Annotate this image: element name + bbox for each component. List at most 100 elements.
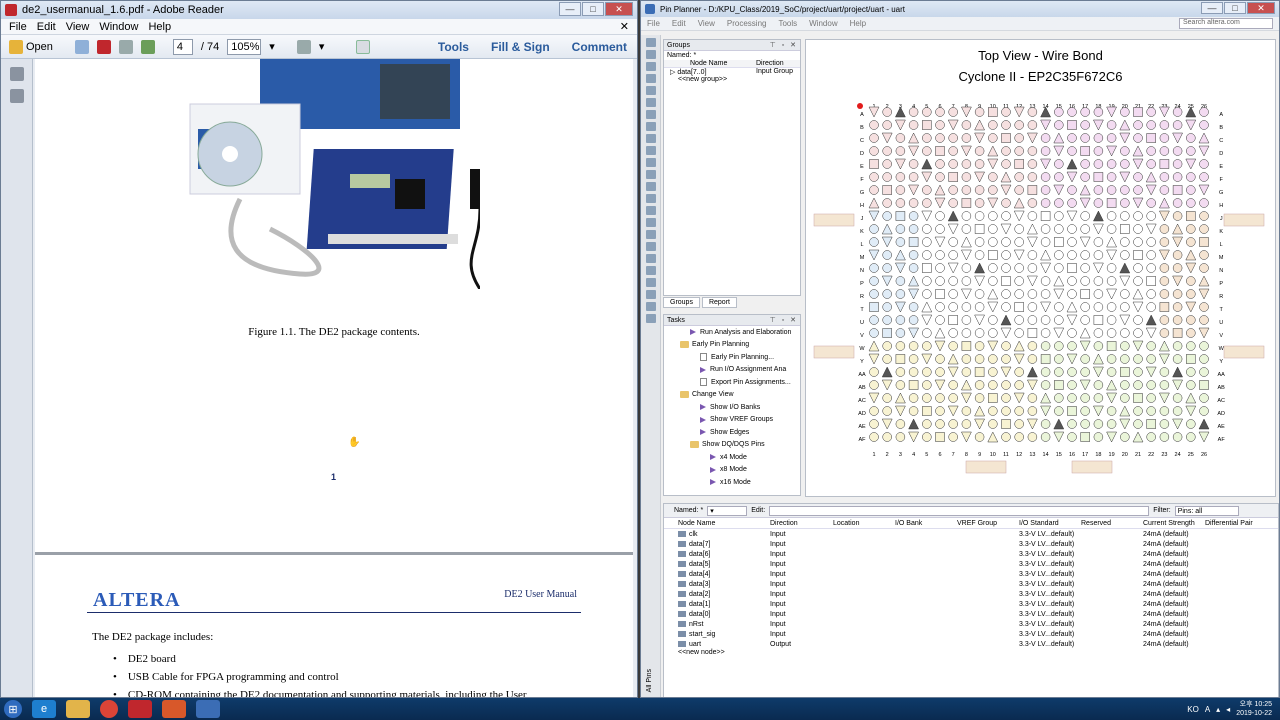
- pin[interactable]: [935, 367, 945, 377]
- more-icon[interactable]: ▾: [319, 40, 325, 53]
- pin[interactable]: [894, 301, 906, 313]
- pin[interactable]: [1001, 276, 1011, 286]
- pin[interactable]: [1199, 393, 1209, 403]
- pin[interactable]: [935, 393, 945, 403]
- pin[interactable]: [947, 119, 959, 131]
- pin[interactable]: [1106, 185, 1117, 195]
- pin[interactable]: [948, 315, 958, 325]
- pin[interactable]: [882, 289, 892, 299]
- pin[interactable]: [1185, 158, 1197, 170]
- pin[interactable]: [1199, 302, 1209, 312]
- pin[interactable]: [922, 185, 932, 195]
- pin[interactable]: [1120, 367, 1130, 377]
- pin[interactable]: [1079, 236, 1091, 248]
- pin[interactable]: [1067, 133, 1077, 143]
- pin[interactable]: [908, 341, 919, 351]
- pin[interactable]: [1172, 120, 1183, 130]
- pin[interactable]: [1014, 380, 1024, 390]
- pin[interactable]: [1067, 367, 1077, 377]
- pin[interactable]: [1132, 145, 1144, 157]
- column-header[interactable]: VREF Group: [957, 520, 1019, 527]
- pin[interactable]: [1185, 301, 1197, 313]
- pin[interactable]: [1080, 432, 1090, 442]
- pin[interactable]: [895, 367, 906, 377]
- pin[interactable]: [1172, 185, 1183, 195]
- pin[interactable]: [1159, 263, 1170, 273]
- open-button[interactable]: Open: [9, 39, 53, 54]
- table-row[interactable]: data[2] Input 3.3-V LV...default) 24mA (def…: [664, 589, 1278, 599]
- pin[interactable]: [1172, 211, 1183, 221]
- pin[interactable]: [988, 237, 998, 247]
- pin[interactable]: [935, 224, 945, 234]
- pin[interactable]: [1145, 184, 1157, 196]
- pin[interactable]: [922, 133, 932, 143]
- table-row[interactable]: start_sig Input 3.3-V LV...default) 24mA (d…: [664, 629, 1278, 639]
- pin[interactable]: [1146, 133, 1156, 143]
- new-node[interactable]: <<new node>>: [664, 649, 1278, 656]
- pin[interactable]: [1040, 315, 1051, 325]
- pin[interactable]: [1172, 172, 1183, 182]
- pin[interactable]: [1172, 236, 1184, 248]
- task-item[interactable]: Change View: [664, 389, 800, 402]
- pin[interactable]: [988, 172, 998, 182]
- pin[interactable]: [908, 393, 919, 403]
- pin[interactable]: [1001, 289, 1011, 299]
- pin[interactable]: [1146, 302, 1156, 312]
- pin[interactable]: [934, 340, 946, 352]
- pin[interactable]: [961, 328, 972, 338]
- pin[interactable]: [895, 289, 906, 299]
- pin[interactable]: [1106, 198, 1117, 208]
- pin[interactable]: [987, 431, 999, 443]
- pin[interactable]: [1159, 380, 1170, 390]
- pin[interactable]: [974, 328, 985, 338]
- pin[interactable]: [1001, 211, 1011, 221]
- table-row[interactable]: data[6] Input 3.3-V LV...default) 24mA (def…: [664, 549, 1278, 559]
- pin[interactable]: [1145, 314, 1157, 326]
- pin[interactable]: [1198, 431, 1210, 443]
- tool-icon[interactable]: [645, 146, 656, 155]
- pin[interactable]: [960, 236, 972, 248]
- pin[interactable]: [1120, 211, 1130, 221]
- pin[interactable]: [1092, 353, 1104, 365]
- pin[interactable]: [1133, 185, 1143, 195]
- pin[interactable]: [988, 419, 998, 429]
- pin[interactable]: [1067, 120, 1077, 130]
- pin[interactable]: [869, 315, 879, 325]
- pin[interactable]: [908, 159, 919, 169]
- pin[interactable]: [974, 405, 986, 417]
- pin[interactable]: [1133, 367, 1143, 377]
- chrome-icon[interactable]: [100, 700, 118, 718]
- pin[interactable]: [908, 431, 920, 443]
- tool-icon[interactable]: [645, 230, 656, 239]
- pin[interactable]: [1186, 341, 1196, 351]
- pin[interactable]: [1199, 237, 1209, 247]
- pin[interactable]: [1106, 341, 1117, 351]
- pin[interactable]: [1120, 328, 1130, 338]
- zoom-input[interactable]: 105%: [227, 38, 262, 55]
- pin[interactable]: [1106, 406, 1117, 416]
- pin[interactable]: [935, 276, 945, 286]
- pin[interactable]: [1093, 315, 1104, 325]
- table-row[interactable]: data[3] Input 3.3-V LV...default) 24mA (def…: [664, 579, 1278, 589]
- pin[interactable]: [948, 107, 958, 117]
- pin[interactable]: [1054, 380, 1064, 390]
- pin[interactable]: [1067, 185, 1077, 195]
- pin[interactable]: [1106, 276, 1117, 286]
- pin[interactable]: [1106, 236, 1118, 248]
- pin[interactable]: [882, 172, 892, 182]
- pin[interactable]: [1054, 367, 1064, 377]
- pin[interactable]: [1133, 419, 1143, 429]
- pin[interactable]: [1199, 120, 1209, 130]
- pin[interactable]: [1080, 419, 1090, 429]
- pin[interactable]: [894, 249, 906, 261]
- pin[interactable]: [1027, 341, 1038, 351]
- pin[interactable]: [1106, 211, 1117, 221]
- print-icon[interactable]: [74, 39, 89, 54]
- pin[interactable]: [1199, 341, 1209, 351]
- pin[interactable]: [1172, 107, 1183, 117]
- pin[interactable]: [961, 185, 972, 195]
- pin[interactable]: [1159, 185, 1170, 195]
- pin[interactable]: [988, 250, 998, 260]
- pin[interactable]: [974, 171, 986, 183]
- pin[interactable]: [1054, 263, 1064, 273]
